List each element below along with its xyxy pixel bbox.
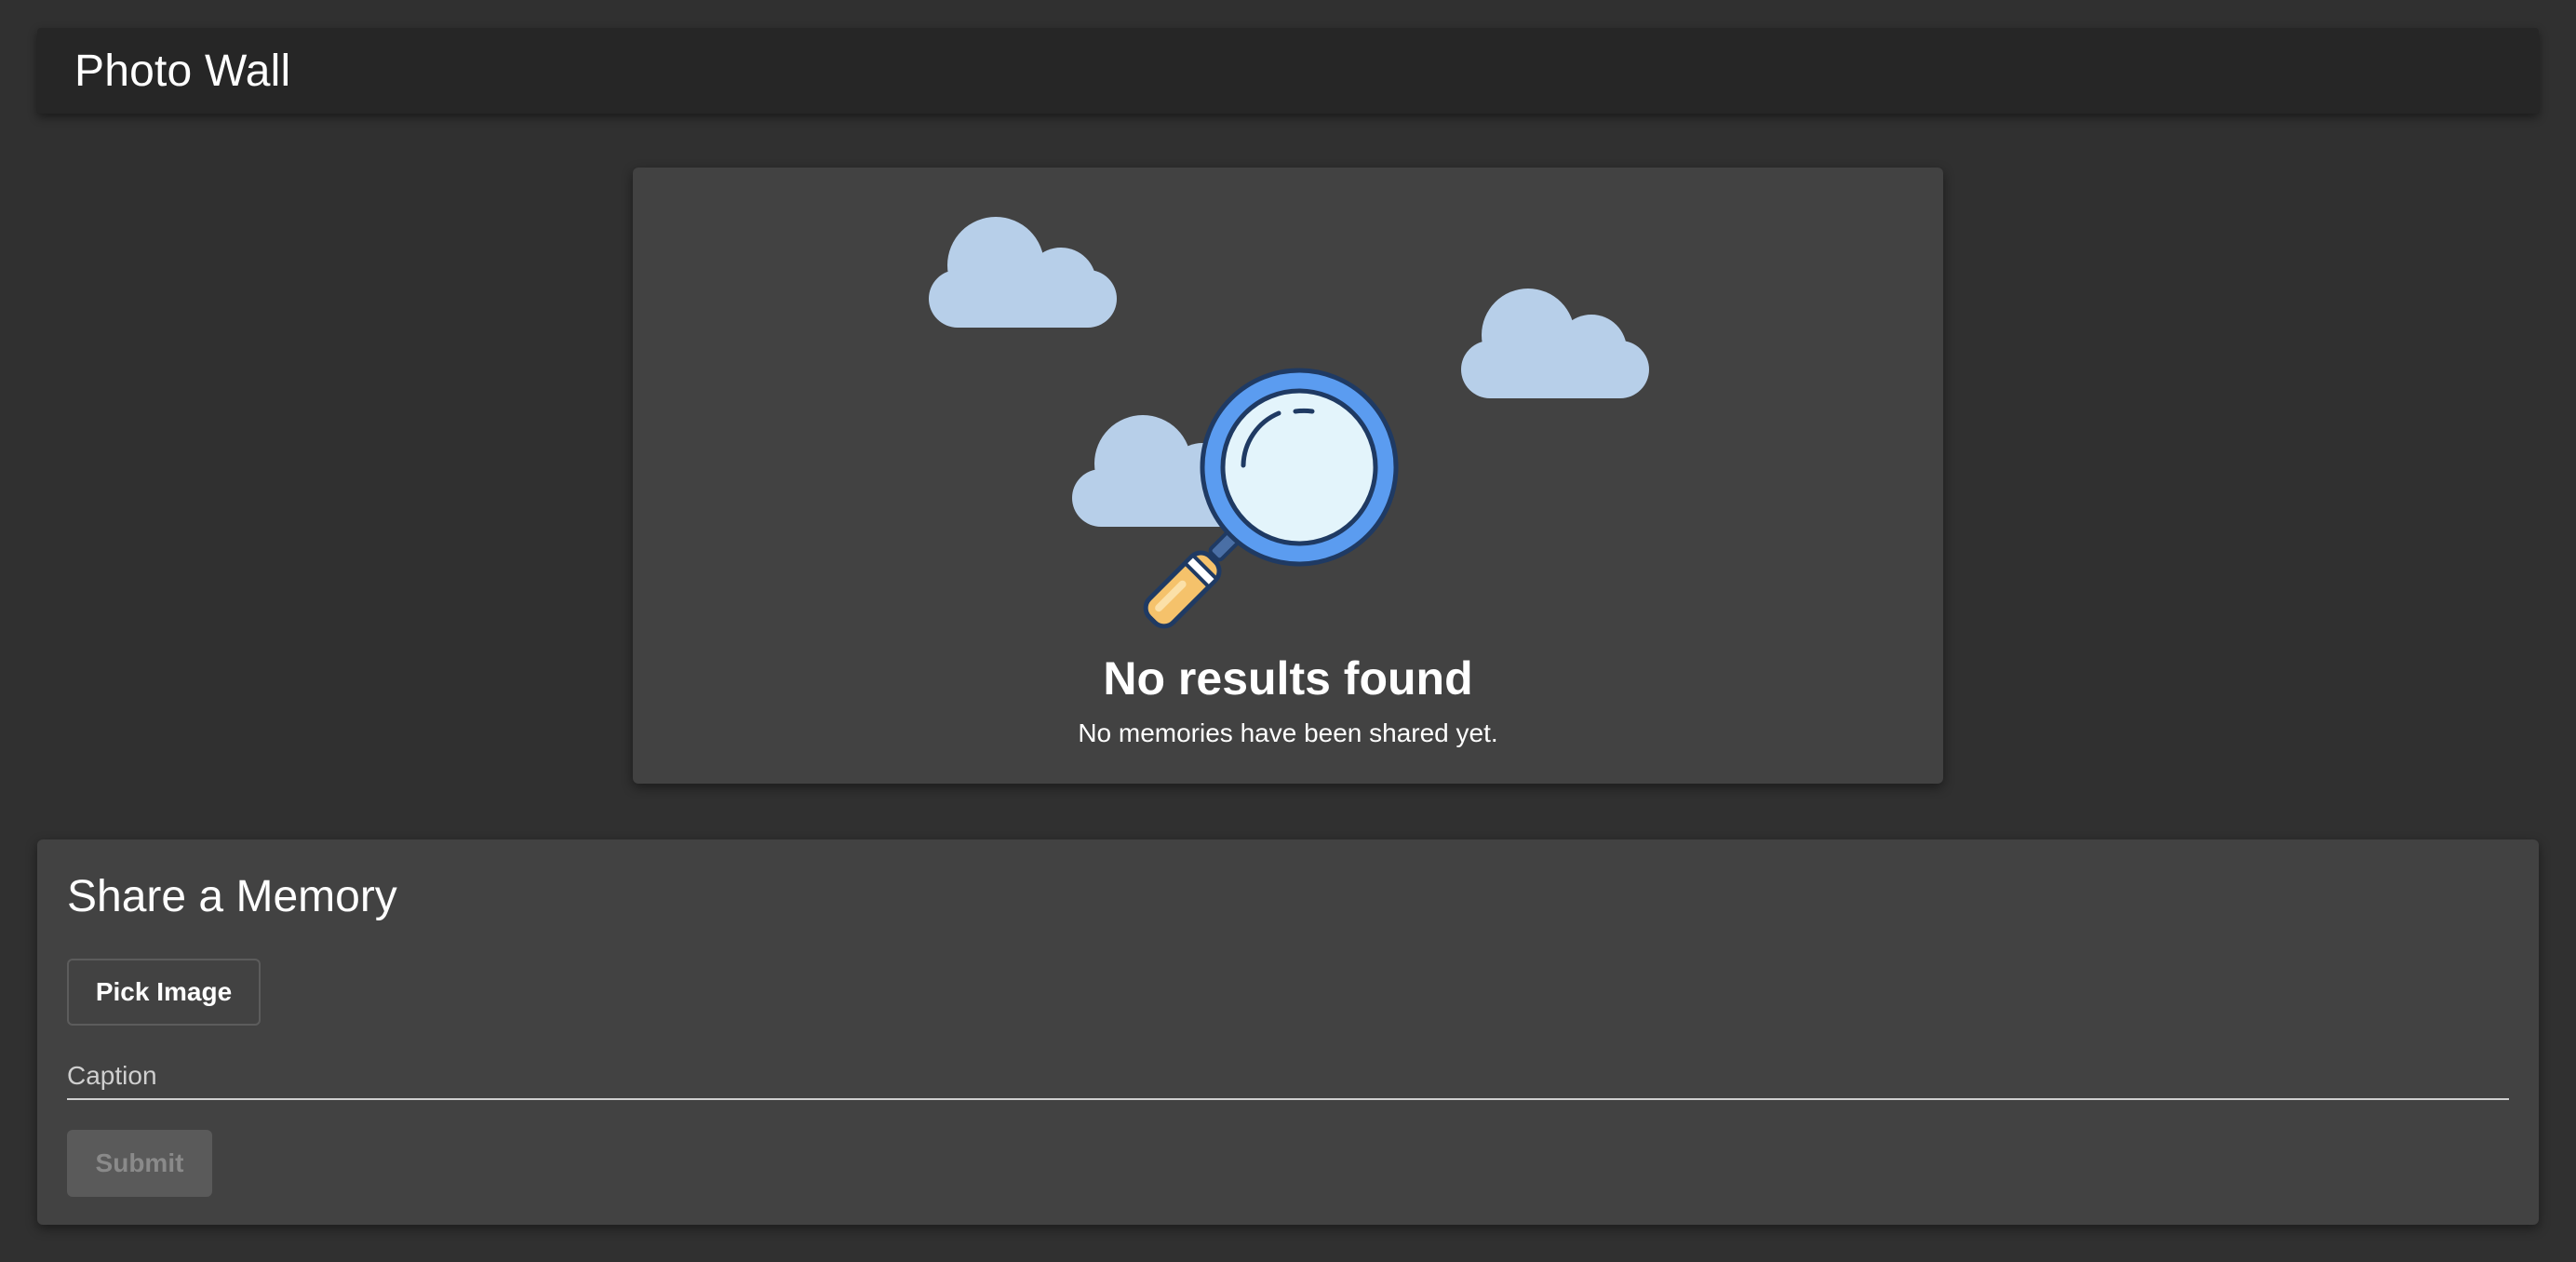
- caption-field: [67, 1055, 2509, 1100]
- empty-state-subtitle: No memories have been shared yet.: [1078, 718, 1498, 747]
- app-title: Photo Wall: [74, 46, 291, 96]
- pick-image-button[interactable]: Pick Image: [67, 959, 261, 1026]
- empty-state-card: No results found No memories have been s…: [633, 168, 1943, 784]
- share-memory-title: Share a Memory: [67, 872, 397, 921]
- empty-state-title: No results found: [1103, 652, 1473, 705]
- caption-input[interactable]: [67, 1055, 2509, 1096]
- submit-button[interactable]: Submit: [67, 1130, 212, 1197]
- share-memory-card: Share a Memory Pick Image Submit: [37, 839, 2539, 1225]
- cloud-icon: [1461, 289, 1649, 398]
- cloud-icon: [929, 217, 1117, 328]
- app-bar: Photo Wall: [37, 28, 2539, 114]
- no-results-illustration: [929, 217, 1649, 629]
